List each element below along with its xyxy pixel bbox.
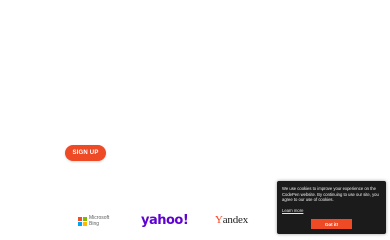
- cookie-message: We use cookies to improve your experienc…: [282, 186, 379, 202]
- cookie-accept-button[interactable]: Got it!: [311, 219, 352, 229]
- microsoft-logo-icon: [78, 217, 87, 226]
- microsoft-bing-logo: Microsoft Bing: [78, 215, 109, 227]
- sign-up-button[interactable]: SIGN UP: [65, 145, 106, 161]
- cookie-consent-banner: We use cookies to improve your experienc…: [277, 181, 386, 234]
- yandex-logo-rest: andex: [222, 214, 249, 226]
- bing-wordmark: Microsoft Bing: [89, 215, 109, 227]
- yahoo-logo: yahoo!: [141, 213, 189, 228]
- yandex-logo-initial: Y: [215, 214, 223, 226]
- yandex-logo: Yandex: [215, 214, 248, 226]
- page: SIGN UP Microsoft Bing yahoo! Yandex msn…: [0, 0, 390, 240]
- bing-line-bing: Bing: [89, 220, 100, 227]
- learn-more-link[interactable]: Learn more: [282, 208, 303, 213]
